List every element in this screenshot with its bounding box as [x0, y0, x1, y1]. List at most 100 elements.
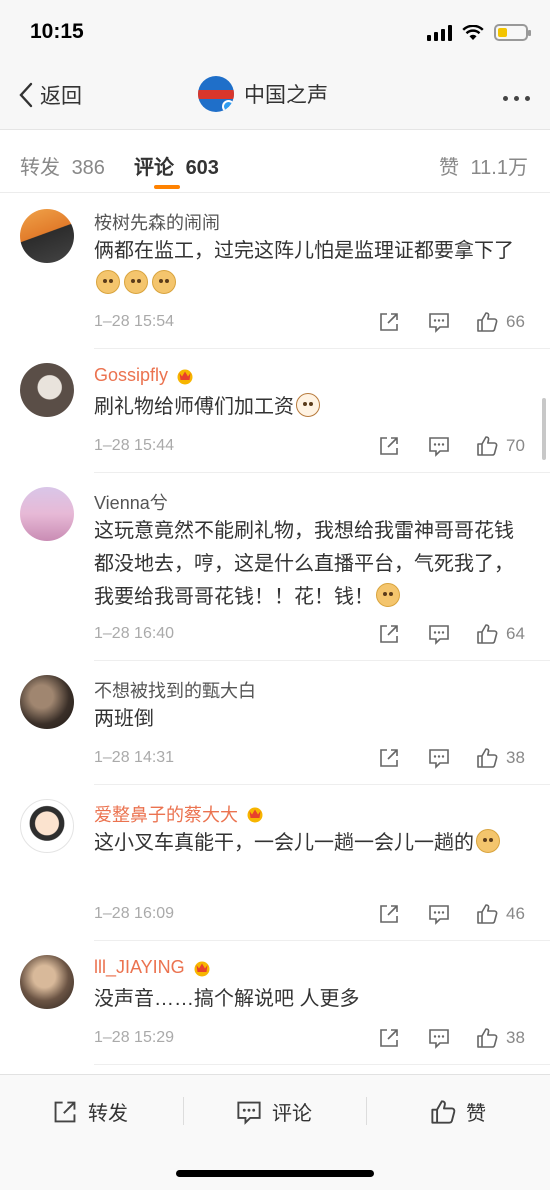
- comment-actions: 38: [378, 1027, 525, 1049]
- reply-button[interactable]: [428, 903, 476, 925]
- comment-text: 没声音……搞个解说吧 人更多: [94, 983, 524, 1016]
- comment-icon: [429, 313, 449, 333]
- like-button[interactable]: 64: [476, 623, 525, 645]
- avatar[interactable]: [20, 487, 74, 541]
- tab-repost-count: 386: [71, 157, 105, 179]
- repost-button[interactable]: 转发: [52, 1097, 128, 1126]
- comment-icon: [237, 1101, 261, 1125]
- doge-emoji-icon: [96, 270, 120, 294]
- share-button[interactable]: [378, 623, 428, 645]
- account-avatar: [198, 76, 234, 112]
- tab-like-count: 11.1万: [470, 157, 528, 179]
- cat-emoji-icon: [296, 393, 320, 417]
- comment-actions: 64: [378, 623, 525, 645]
- comment-author[interactable]: 桉树先森的闹闹: [94, 209, 220, 235]
- share-icon: [380, 1029, 398, 1047]
- comment-item: 爱整鼻子的蔡大大 这小叉车真能干，一会儿一趟一会儿一趟的 1–28 16:09 …: [0, 785, 550, 941]
- share-icon: [380, 625, 398, 643]
- comment-text-content: 没声音……搞个解说吧 人更多: [94, 988, 360, 1010]
- thumbs-up-icon: [477, 436, 498, 456]
- avatar[interactable]: [20, 675, 74, 729]
- author-name: Gossipfly: [94, 365, 169, 385]
- avatar[interactable]: [20, 209, 74, 263]
- comment-author[interactable]: Gossipfly: [94, 365, 196, 386]
- author-name: 不想被找到的甄大白: [94, 681, 256, 701]
- author-name: 桉树先森的闹闹: [94, 213, 220, 233]
- tab-repost[interactable]: 转发 386: [20, 151, 105, 180]
- comment-button[interactable]: 评论: [236, 1097, 312, 1126]
- tab-comment-count: 603: [185, 157, 219, 179]
- share-button[interactable]: [378, 435, 428, 457]
- comment-time: 1–28 16:40: [94, 625, 175, 642]
- comment-time: 1–28 14:31: [94, 749, 175, 766]
- like-button[interactable]: 38: [476, 747, 525, 769]
- status-icons: [427, 24, 531, 41]
- back-button[interactable]: 返回: [16, 80, 82, 110]
- share-icon: [380, 313, 398, 331]
- account-header[interactable]: 中国之声: [198, 76, 328, 112]
- thumbs-up-icon: [477, 1028, 498, 1048]
- like-label: 赞: [466, 1103, 486, 1125]
- tab-like-label: 赞: [438, 157, 459, 179]
- comment-author[interactable]: 爱整鼻子的蔡大大: [94, 801, 266, 827]
- comment-author[interactable]: 不想被找到的甄大白: [94, 677, 256, 703]
- like-button[interactable]: 46: [476, 903, 525, 925]
- home-indicator[interactable]: [176, 1170, 374, 1177]
- wifi-icon: [462, 24, 484, 40]
- comment-text-content: 这小叉车真能干，一会儿一趟一会儿一趟的: [94, 832, 474, 854]
- comment-author[interactable]: lll_JIAYING: [94, 957, 213, 978]
- nav-bar: 返回 中国之声: [0, 62, 550, 130]
- comment-author[interactable]: Vienna兮: [94, 489, 168, 515]
- tab-like[interactable]: 赞 11.1万: [439, 151, 528, 180]
- avatar[interactable]: [20, 955, 74, 1009]
- cellular-signal-icon: [427, 24, 452, 41]
- comment-actions: 66: [378, 311, 525, 333]
- reply-button[interactable]: [428, 747, 476, 769]
- more-icon[interactable]: [503, 96, 530, 101]
- doge-emoji-icon: [152, 270, 176, 294]
- comment-actions: 46: [378, 903, 525, 925]
- comment-text-content: 两班倒: [94, 708, 154, 730]
- status-time: 10:15: [30, 20, 84, 43]
- active-tab-indicator: [154, 185, 180, 189]
- page-title: 中国之声: [244, 84, 328, 107]
- share-button[interactable]: [378, 747, 428, 769]
- divider: [94, 1064, 550, 1065]
- doge-emoji-icon: [124, 270, 148, 294]
- comment-item: Gossipfly 刷礼物给师傅们加工资 1–28 15:44 70: [0, 349, 550, 473]
- comment-icon: [429, 437, 449, 457]
- share-button[interactable]: [378, 903, 428, 925]
- scrollbar[interactable]: [542, 398, 546, 460]
- comment-time: 1–28 15:29: [94, 1029, 175, 1046]
- avatar[interactable]: [20, 363, 74, 417]
- comment-icon: [429, 905, 449, 925]
- like-button[interactable]: 66: [476, 311, 525, 333]
- tab-repost-label: 转发: [20, 157, 60, 179]
- avatar[interactable]: [20, 799, 74, 853]
- comment-label: 评论: [272, 1103, 312, 1125]
- share-button[interactable]: [378, 1027, 428, 1049]
- reply-button[interactable]: [428, 435, 476, 457]
- comment-item: 桉树先森的闹闹 俩都在监工，过完这阵儿怕是监理证都要拿下了 1–28 15:54…: [0, 193, 550, 349]
- divider: [366, 1097, 367, 1125]
- comment-actions: 70: [378, 435, 525, 457]
- verified-icon: [222, 100, 234, 112]
- like-count: 46: [506, 904, 525, 923]
- reply-button[interactable]: [428, 623, 476, 645]
- like-button[interactable]: 赞: [430, 1097, 486, 1126]
- like-button[interactable]: 38: [476, 1027, 525, 1049]
- share-icon: [380, 437, 398, 455]
- repost-label: 转发: [88, 1103, 128, 1125]
- thumbs-up-icon: [477, 904, 498, 924]
- comment-actions: 38: [378, 747, 525, 769]
- comment-text-content: 这玩意竟然不能刷礼物，我想给我雷神哥哥花钱都没地去，哼，这是什么直播平台，气死我…: [94, 520, 514, 608]
- comment-text: 这玩意竟然不能刷礼物，我想给我雷神哥哥花钱都没地去，哼，这是什么直播平台，气死我…: [94, 515, 524, 614]
- comment-item: lll_JIAYING 没声音……搞个解说吧 人更多 1–28 15:29 38: [0, 941, 550, 1065]
- reply-button[interactable]: [428, 1027, 476, 1049]
- tab-comment[interactable]: 评论 603: [134, 151, 219, 180]
- reply-button[interactable]: [428, 311, 476, 333]
- share-icon: [380, 749, 398, 767]
- like-button[interactable]: 70: [476, 435, 525, 457]
- share-button[interactable]: [378, 311, 428, 333]
- like-count: 38: [506, 1028, 525, 1047]
